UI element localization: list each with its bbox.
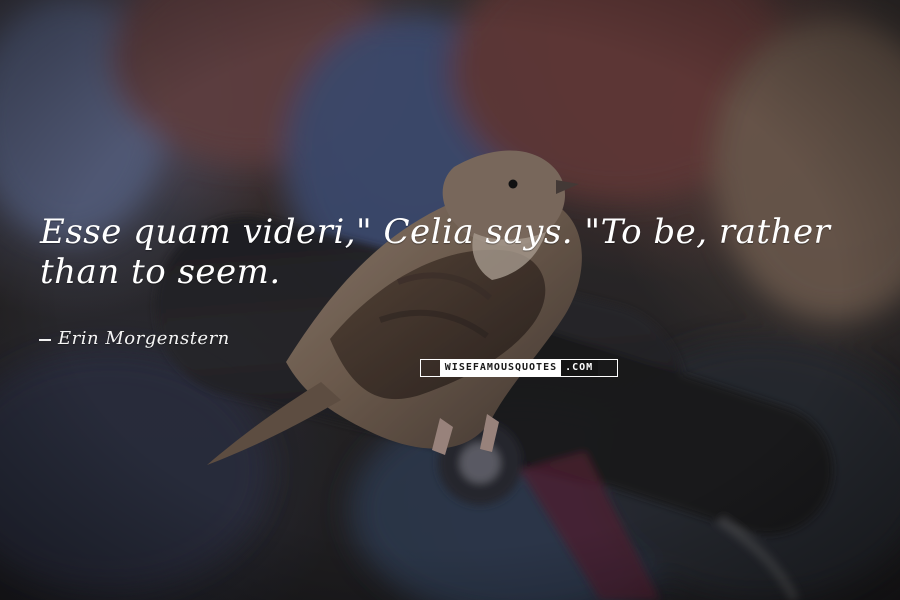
watermark-left-text: WISEFAMOUSQUOTES <box>439 360 562 376</box>
watermark: WISEFAMOUSQUOTES .COM <box>420 359 618 377</box>
quote-text: Esse quam videri," Celia says. "To be, r… <box>40 212 831 293</box>
quote-image: Esse quam videri," Celia says. "To be, r… <box>0 0 900 600</box>
author-name: Erin Morgenstern <box>58 328 230 349</box>
sparrow-photo-background <box>0 0 900 600</box>
watermark-right-text: .COM <box>561 360 599 376</box>
author-dash <box>39 339 51 341</box>
